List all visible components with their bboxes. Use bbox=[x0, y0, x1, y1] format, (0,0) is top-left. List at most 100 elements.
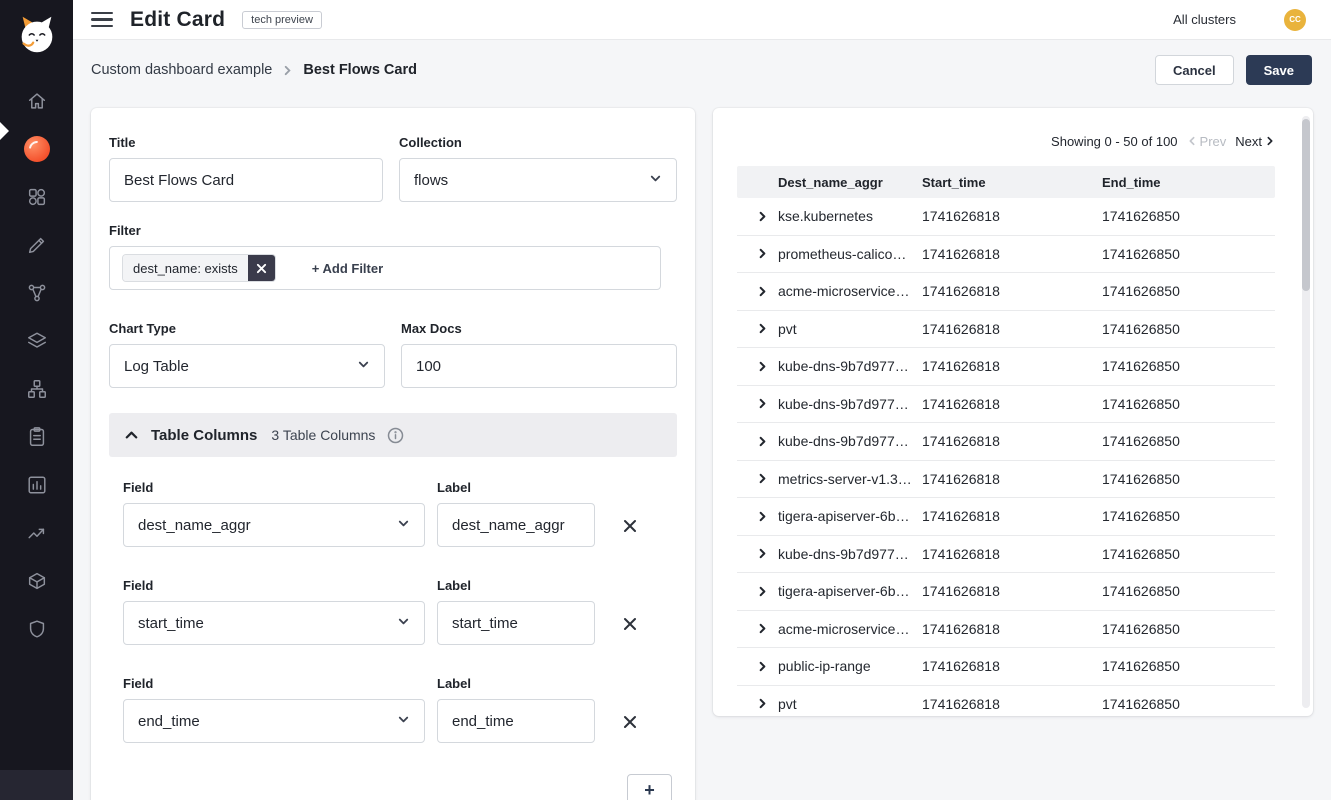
remove-column-button[interactable] bbox=[619, 711, 641, 733]
expand-row-button[interactable] bbox=[757, 436, 778, 447]
chart-type-select[interactable]: Log Table bbox=[109, 344, 385, 388]
table-row[interactable]: acme-microservice… 1741626818 1741626850 bbox=[737, 273, 1275, 311]
expand-row-button[interactable] bbox=[757, 473, 778, 484]
max-docs-label: Max Docs bbox=[401, 321, 677, 336]
filter-chip-text: dest_name: exists bbox=[123, 255, 248, 281]
chevron-right-icon bbox=[757, 623, 768, 634]
avatar[interactable]: CC bbox=[1284, 9, 1306, 31]
breadcrumb-parent-link[interactable]: Custom dashboard example bbox=[91, 62, 272, 78]
table-column-editor-row: Field end_time Label bbox=[123, 676, 677, 743]
end-time-cell: 1741626850 bbox=[1102, 321, 1275, 337]
sidebar-item-compliance[interactable] bbox=[0, 413, 73, 461]
end-time-cell: 1741626850 bbox=[1102, 208, 1275, 224]
expand-row-button[interactable] bbox=[757, 398, 778, 409]
table-row[interactable]: kube-dns-9b7d977f… 1741626818 1741626850 bbox=[737, 536, 1275, 574]
title-collection-row: Title Collection flows bbox=[109, 135, 677, 202]
menu-icon[interactable] bbox=[91, 12, 113, 28]
add-column-button[interactable]: + bbox=[627, 774, 672, 800]
sidebar-item-security[interactable] bbox=[0, 605, 73, 653]
expand-row-button[interactable] bbox=[757, 511, 778, 522]
scrollbar-track[interactable] bbox=[1302, 116, 1310, 708]
end-time-cell: 1741626850 bbox=[1102, 508, 1275, 524]
chevron-up-icon bbox=[124, 428, 139, 443]
sidebar-item-network-graph[interactable] bbox=[0, 269, 73, 317]
dest-name-cell: tigera-apiserver-6b… bbox=[778, 508, 922, 524]
add-filter-button[interactable]: + Add Filter bbox=[306, 260, 389, 277]
table-row[interactable]: kube-dns-9b7d977f… 1741626818 1741626850 bbox=[737, 423, 1275, 461]
column-label-input[interactable] bbox=[437, 601, 595, 645]
expand-row-button[interactable] bbox=[757, 586, 778, 597]
sidebar-item-home[interactable] bbox=[0, 77, 73, 125]
remove-column-button[interactable] bbox=[619, 515, 641, 537]
close-icon bbox=[256, 263, 267, 274]
table-row[interactable]: acme-microservice… 1741626818 1741626850 bbox=[737, 611, 1275, 649]
sidebar-item-workloads[interactable] bbox=[0, 557, 73, 605]
sidebar-item-policies[interactable] bbox=[0, 221, 73, 269]
chevron-right-icon bbox=[757, 661, 768, 672]
chevron-right-icon bbox=[282, 65, 293, 76]
cancel-button[interactable]: Cancel bbox=[1155, 55, 1234, 85]
expand-row-button[interactable] bbox=[757, 211, 778, 222]
expand-row-button[interactable] bbox=[757, 248, 778, 259]
sidebar-item-endpoints[interactable] bbox=[0, 173, 73, 221]
field-select[interactable]: dest_name_aggr bbox=[123, 503, 425, 547]
expand-row-button[interactable] bbox=[757, 323, 778, 334]
field-select-value: end_time bbox=[138, 713, 200, 730]
next-page-button[interactable]: Next bbox=[1235, 134, 1275, 149]
clusters-icon bbox=[26, 378, 48, 400]
field-select-value: start_time bbox=[138, 615, 204, 632]
dest-name-cell: kube-dns-9b7d977f… bbox=[778, 396, 922, 412]
cluster-selector[interactable]: All clusters bbox=[1173, 12, 1236, 27]
expand-row-button[interactable] bbox=[757, 661, 778, 672]
calico-logo-icon[interactable] bbox=[14, 12, 60, 58]
preview-table-header: Dest_name_aggr Start_time End_time bbox=[737, 166, 1275, 198]
table-row[interactable]: tigera-apiserver-6b… 1741626818 17416268… bbox=[737, 498, 1275, 536]
start-time-cell: 1741626818 bbox=[922, 433, 1102, 449]
remove-filter-button[interactable] bbox=[248, 255, 275, 281]
field-select[interactable]: end_time bbox=[123, 699, 425, 743]
info-icon[interactable] bbox=[387, 427, 404, 444]
table-row[interactable]: tigera-apiserver-6b… 1741626818 17416268… bbox=[737, 573, 1275, 611]
table-row[interactable]: kube-dns-9b7d977f… 1741626818 1741626850 bbox=[737, 348, 1275, 386]
sidebar-footer[interactable] bbox=[0, 770, 73, 800]
dest-name-cell: kse.kubernetes bbox=[778, 208, 922, 224]
title-input[interactable] bbox=[109, 158, 383, 202]
end-time-cell: 1741626850 bbox=[1102, 471, 1275, 487]
chevron-left-icon bbox=[1187, 136, 1197, 146]
expand-row-button[interactable] bbox=[757, 548, 778, 559]
end-time-cell: 1741626850 bbox=[1102, 283, 1275, 299]
sidebar-item-logs[interactable] bbox=[0, 461, 73, 509]
scrollbar-thumb[interactable] bbox=[1302, 119, 1310, 291]
table-row[interactable]: public-ip-range 1741626818 1741626850 bbox=[737, 648, 1275, 686]
save-button[interactable]: Save bbox=[1246, 55, 1312, 85]
table-row[interactable]: kube-dns-9b7d977f… 1741626818 1741626850 bbox=[737, 386, 1275, 424]
expand-row-button[interactable] bbox=[757, 361, 778, 372]
expand-row-button[interactable] bbox=[757, 698, 778, 709]
column-label-input[interactable] bbox=[437, 699, 595, 743]
table-header-cell: Dest_name_aggr bbox=[778, 175, 922, 190]
collection-select[interactable]: flows bbox=[399, 158, 677, 202]
collapse-section-button[interactable] bbox=[124, 428, 139, 443]
sidebar-item-clusters[interactable] bbox=[0, 365, 73, 413]
remove-column-button[interactable] bbox=[619, 613, 641, 635]
field-label: Field bbox=[123, 578, 425, 593]
expand-row-button[interactable] bbox=[757, 286, 778, 297]
table-row[interactable]: metrics-server-v1.3… 1741626818 17416268… bbox=[737, 461, 1275, 499]
sidebar-item-trends[interactable] bbox=[0, 509, 73, 557]
dest-name-cell: pvt bbox=[778, 321, 922, 337]
table-row[interactable]: prometheus-calico… 1741626818 1741626850 bbox=[737, 236, 1275, 274]
expand-row-button[interactable] bbox=[757, 623, 778, 634]
dest-name-cell: prometheus-calico… bbox=[778, 246, 922, 262]
breadcrumb-current: Best Flows Card bbox=[303, 62, 417, 78]
table-row[interactable]: pvt 1741626818 1741626850 bbox=[737, 311, 1275, 349]
field-select[interactable]: start_time bbox=[123, 601, 425, 645]
close-icon bbox=[623, 715, 637, 729]
table-row[interactable]: kse.kubernetes 1741626818 1741626850 bbox=[737, 198, 1275, 236]
column-label-input[interactable] bbox=[437, 503, 595, 547]
table-row[interactable]: pvt 1741626818 1741626850 bbox=[737, 686, 1275, 717]
max-docs-input[interactable] bbox=[401, 344, 677, 388]
prev-page-button[interactable]: Prev bbox=[1187, 134, 1227, 149]
card-editor-panel: Title Collection flows Filter bbox=[91, 108, 695, 800]
sidebar-item-tiers[interactable] bbox=[0, 317, 73, 365]
sidebar-item-dashboards-active[interactable] bbox=[0, 125, 73, 173]
